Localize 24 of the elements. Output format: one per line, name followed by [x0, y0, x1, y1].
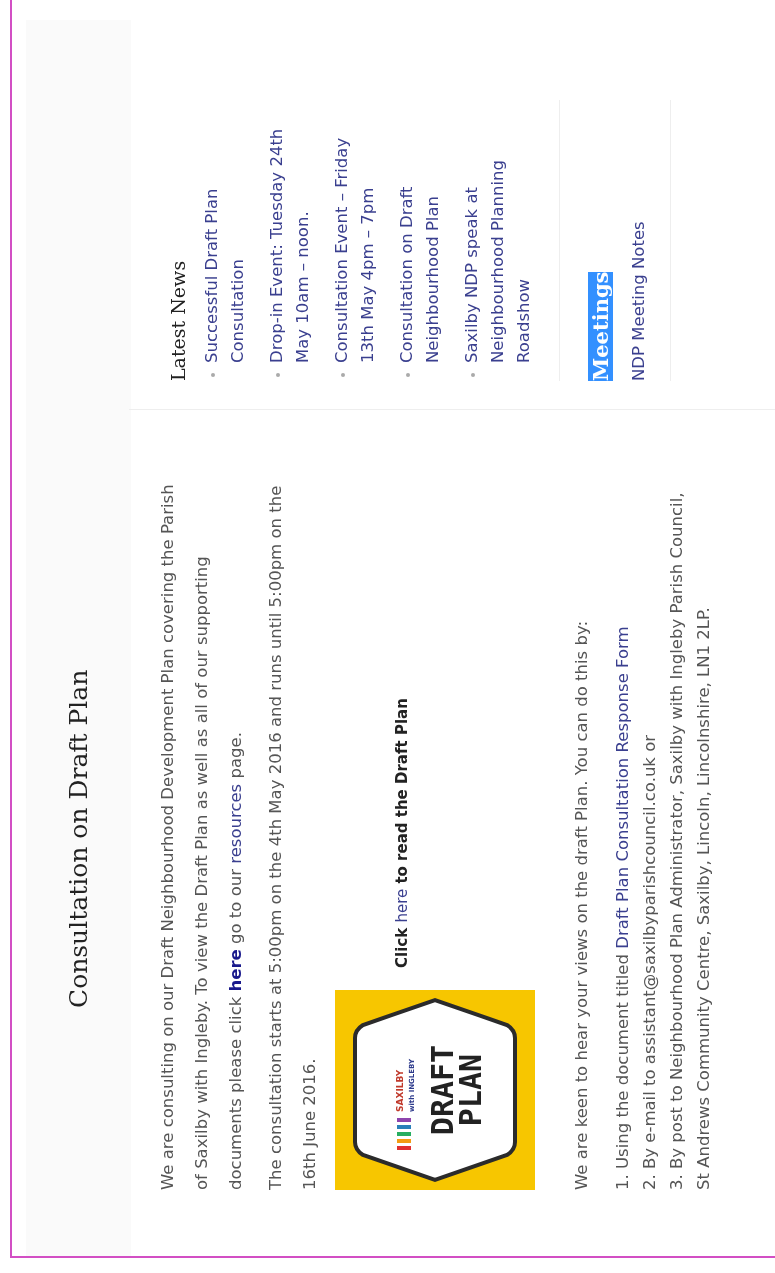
- meeting-link[interactable]: NDP Meeting Notes: [629, 100, 648, 381]
- text-link[interactable]: resources: [226, 783, 245, 864]
- bullet-icon: [471, 373, 475, 377]
- widget-title: Latest News: [167, 259, 189, 381]
- page-title: Consultation on Draft Plan: [64, 669, 93, 1008]
- news-link[interactable]: Consultation on Draft Neighbourhood Plan: [394, 100, 446, 363]
- list-item: 1. Using the document titled Draft Plan Consultation Response Form: [612, 625, 633, 1190]
- news-link[interactable]: Consultation Event – Friday 13th May 4pm – 7pm: [329, 100, 381, 363]
- news-link[interactable]: Successful Draft Plan Consultation: [199, 100, 251, 363]
- text-link[interactable]: here: [226, 949, 245, 992]
- paragraph: The consultation starts at 5:00pm on the 4th May 2016 and runs until 5:00pm on the 16th June 2016.: [265, 484, 320, 1190]
- bullet-icon: [341, 373, 345, 377]
- news-link[interactable]: Drop-in Event: Tuesday 24th May 10am – noon.: [264, 100, 316, 363]
- list-item: 3. By post to Neighbourhood Plan Administrator, Saxilby with Ingleby Parish Council, St Andrews Community Centre, Saxilby, Lincoln, Lincolnshire, LN1 2LP.: [666, 491, 714, 1190]
- paragraph: We are keen to hear your views on the draft Plan. You can do this by:: [571, 619, 592, 1190]
- bullet-icon: [406, 373, 410, 377]
- text-link[interactable]: here: [393, 888, 411, 923]
- list-item: 2. By e-mail to assistant@saxilbyparishcouncil.co.uk or: [639, 733, 660, 1190]
- news-link[interactable]: Saxilby NDP speak at Neighbourhood Planning Roadshow: [459, 100, 537, 363]
- download-text: Click here to read the Draft Plan: [392, 698, 412, 968]
- bullet-icon: [211, 373, 215, 377]
- bullet-icon: [276, 373, 280, 377]
- text-link[interactable]: Draft Plan Consultation Response Form: [613, 626, 632, 949]
- widget-title: Meetings: [588, 271, 613, 381]
